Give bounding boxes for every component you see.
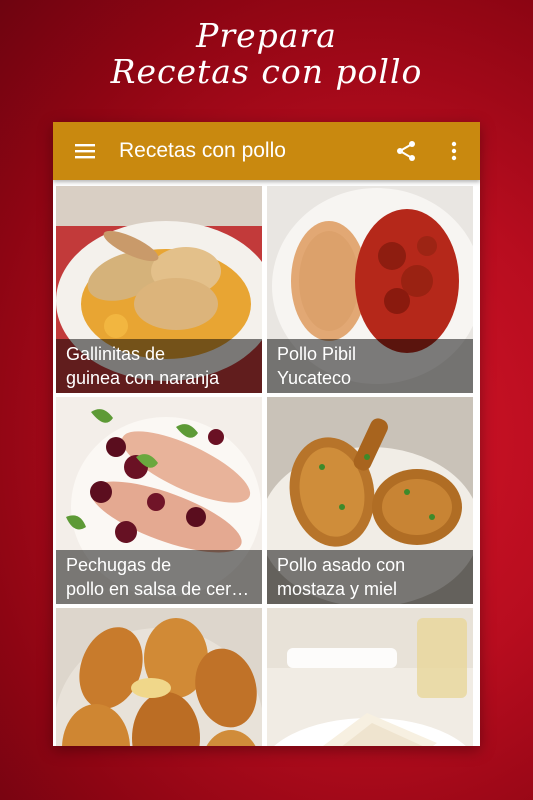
recipe-photo	[267, 608, 473, 746]
promo-line-1: Prepara	[196, 16, 337, 55]
app-bar: Recetas con pollo	[53, 122, 480, 180]
recipe-card[interactable]: Pollo Pibil Yucateco	[267, 186, 473, 393]
more-vert-icon[interactable]	[430, 122, 478, 180]
recipe-card[interactable]: Gallinitas de guinea con naranja	[56, 186, 262, 393]
recipe-title: Pollo Pibil Yucateco	[267, 339, 473, 393]
recipe-title: Pollo asado con mostaza y miel	[267, 550, 473, 604]
promo-line-2: Recetas con pollo	[110, 52, 423, 91]
recipe-card[interactable]: Pechugas de pollo en salsa de cerezas	[56, 397, 262, 604]
recipe-card[interactable]	[56, 608, 262, 746]
menu-icon[interactable]	[61, 122, 109, 180]
recipe-photo	[56, 608, 262, 746]
recipe-card[interactable]: Pollo asado con mostaza y miel	[267, 397, 473, 604]
app-screen: Recetas con pollo Gallinitas de guinea c…	[53, 122, 480, 746]
recipe-grid: Gallinitas de guinea con naranja Pollo P…	[56, 186, 477, 746]
share-icon[interactable]	[382, 122, 430, 180]
recipe-title: Pechugas de pollo en salsa de cerezas	[56, 550, 262, 604]
promo-heading: Prepara Recetas con pollo	[0, 18, 533, 90]
recipe-title: Gallinitas de guinea con naranja	[56, 339, 262, 393]
app-title: Recetas con pollo	[119, 139, 286, 162]
recipe-card[interactable]	[267, 608, 473, 746]
